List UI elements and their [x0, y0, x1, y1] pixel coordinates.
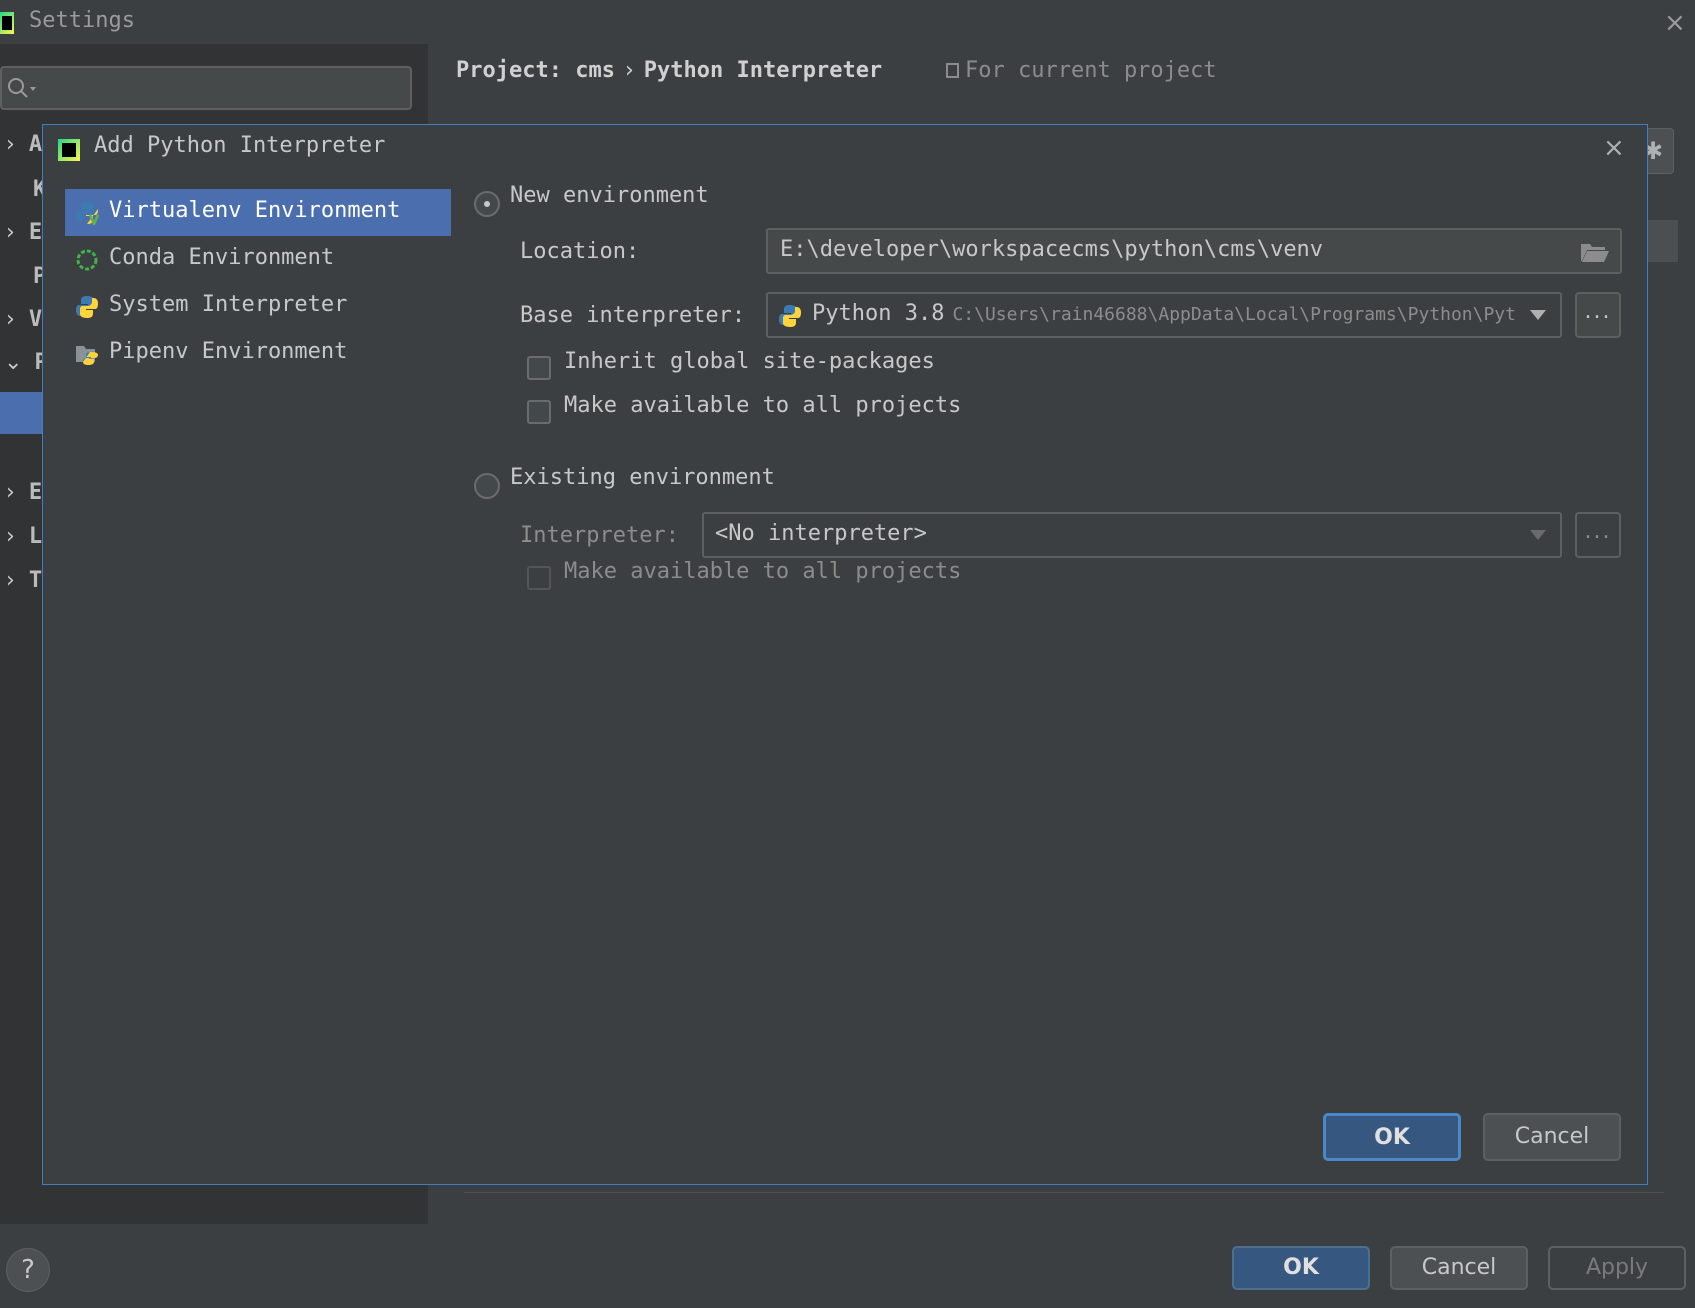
- env-type-virtualenv[interactable]: Virtualenv Environment: [65, 189, 451, 236]
- chevron-down-icon: ⌄: [4, 350, 23, 375]
- pipenv-icon: [76, 346, 98, 365]
- base-interpreter-value: Python 3.8: [812, 301, 945, 326]
- python-icon: [779, 305, 801, 327]
- interpreter-value: <No interpreter>: [715, 521, 927, 546]
- scope-label: For current project: [965, 58, 1217, 83]
- inherit-site-packages-checkbox[interactable]: [527, 356, 551, 380]
- tree-selected-row[interactable]: [0, 392, 46, 434]
- base-interpreter-label: Base interpreter:: [520, 303, 746, 328]
- breadcrumb: Project: cms › Python Interpreter: [456, 58, 882, 83]
- divider: [464, 1192, 1664, 1193]
- breadcrumb-project: Project: cms: [456, 58, 615, 83]
- base-interpreter-select[interactable]: Python 3.8 C:\Users\rain46688\AppData\Loc…: [766, 292, 1562, 338]
- settings-cancel-button[interactable]: Cancel: [1390, 1246, 1528, 1290]
- new-environment-label: New environment: [510, 183, 709, 208]
- location-input[interactable]: E:\developer\workspacecms\python\cms\ven…: [766, 228, 1622, 274]
- tree-item[interactable]: › E: [6, 480, 42, 505]
- env-type-system[interactable]: System Interpreter: [65, 283, 451, 330]
- breadcrumb-separator: ›: [624, 58, 634, 83]
- make-available-checkbox[interactable]: [527, 400, 551, 424]
- pycharm-logo-icon: [58, 139, 80, 161]
- settings-ok-button[interactable]: OK: [1232, 1246, 1370, 1290]
- location-value: E:\developer\workspacecms\python\cms\ven…: [780, 237, 1324, 262]
- tree-item[interactable]: › L: [6, 524, 42, 549]
- settings-search-input[interactable]: [0, 66, 412, 110]
- existing-environment-radio[interactable]: [474, 473, 500, 499]
- existing-environment-label: Existing environment: [510, 465, 775, 490]
- chevron-down-icon: [1530, 530, 1546, 540]
- base-interpreter-path: C:\Users\rain46688\AppData\Local\Program…: [952, 304, 1516, 325]
- folder-open-icon[interactable]: [1580, 241, 1610, 263]
- chevron-right-icon: ›: [6, 220, 15, 245]
- help-button[interactable]: ?: [6, 1248, 50, 1292]
- existing-make-available-checkbox[interactable]: [527, 566, 551, 590]
- env-type-label: Conda Environment: [109, 245, 335, 270]
- dialog-cancel-button[interactable]: Cancel: [1483, 1113, 1621, 1161]
- tree-item[interactable]: › V: [6, 307, 42, 332]
- env-type-conda[interactable]: Conda Environment: [65, 236, 451, 283]
- location-label: Location:: [520, 239, 640, 264]
- virtualenv-icon: [76, 202, 99, 225]
- chevron-right-icon: ›: [6, 568, 15, 593]
- dialog-title: Add Python Interpreter: [94, 133, 386, 158]
- settings-apply-button[interactable]: Apply: [1548, 1246, 1686, 1290]
- tree-item[interactable]: › E: [6, 220, 42, 245]
- search-icon: [8, 78, 36, 98]
- tree-item[interactable]: › T: [6, 568, 42, 593]
- environment-type-list: Virtualenv Environment Conda Environment…: [65, 189, 451, 377]
- env-type-label: Virtualenv Environment: [109, 198, 401, 223]
- python-icon: [76, 296, 98, 318]
- browse-interpreter-button[interactable]: ...: [1575, 512, 1621, 558]
- inherit-site-packages-label: Inherit global site-packages: [564, 349, 935, 374]
- chevron-right-icon: ›: [6, 132, 15, 157]
- new-environment-radio[interactable]: [474, 191, 500, 217]
- pycharm-logo-icon: [0, 12, 14, 34]
- background-panel-edge: [1648, 220, 1678, 262]
- scope-indicator: For current project: [946, 58, 1217, 83]
- dialog-ok-button[interactable]: OK: [1323, 1113, 1461, 1161]
- project-scope-icon: [946, 63, 959, 78]
- conda-icon: [76, 249, 98, 271]
- window-title: Settings: [29, 8, 135, 33]
- add-interpreter-dialog: Add Python Interpreter × Virtualenv Envi…: [42, 124, 1648, 1185]
- dialog-close-icon[interactable]: ×: [1603, 133, 1625, 163]
- interpreter-label: Interpreter:: [520, 523, 679, 548]
- env-type-label: System Interpreter: [109, 292, 348, 317]
- breadcrumb-page: Python Interpreter: [643, 58, 883, 83]
- make-available-label: Make available to all projects: [564, 393, 962, 418]
- chevron-right-icon: ›: [6, 307, 15, 332]
- existing-make-available-label: Make available to all projects: [564, 559, 962, 584]
- chevron-right-icon: ›: [6, 480, 15, 505]
- interpreter-select[interactable]: <No interpreter>: [702, 512, 1562, 558]
- window-close-icon[interactable]: ×: [1664, 8, 1686, 38]
- tree-item[interactable]: › A: [6, 132, 42, 157]
- env-type-pipenv[interactable]: Pipenv Environment: [65, 330, 451, 377]
- env-type-label: Pipenv Environment: [109, 339, 348, 364]
- chevron-down-icon: [1530, 310, 1546, 320]
- chevron-right-icon: ›: [6, 524, 15, 549]
- browse-base-interpreter-button[interactable]: ...: [1575, 292, 1621, 338]
